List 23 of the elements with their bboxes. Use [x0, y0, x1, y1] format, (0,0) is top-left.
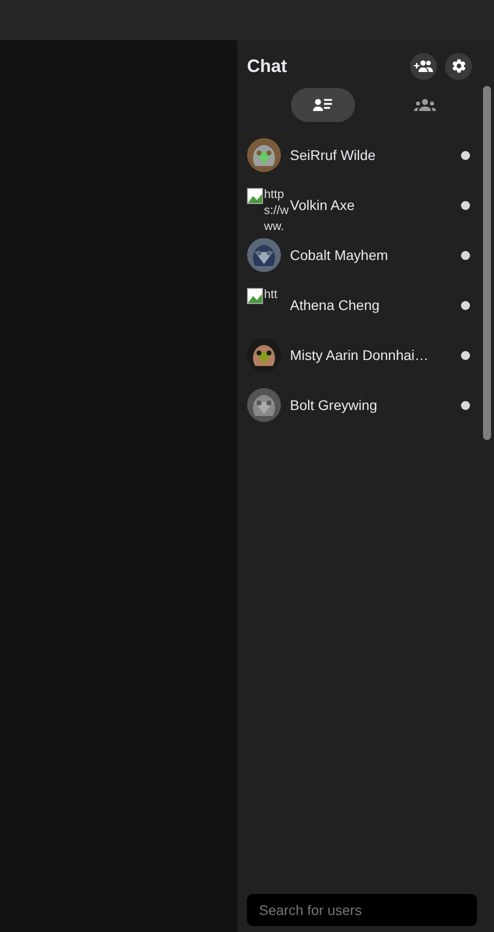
tab[interactable] — [291, 88, 355, 122]
settings-button[interactable] — [445, 52, 472, 80]
user-name: SeiRruf Wilde — [290, 146, 377, 164]
scrollbar-thumb[interactable] — [483, 86, 491, 440]
search-field[interactable]: Search for users — [247, 894, 477, 926]
alt-text: htt — [264, 286, 278, 303]
add-friend-button[interactable] — [410, 52, 437, 80]
user-name: Bolt Greywing — [290, 396, 378, 415]
broken-image-icon — [247, 188, 263, 204]
group-icon — [414, 98, 436, 112]
chat-title: Chat — [247, 54, 287, 78]
user-name: Cobalt Mayhem — [290, 246, 390, 265]
user-name: Misty Aarin Donnhai… — [290, 346, 430, 365]
user-list-item[interactable]: Bolt Greywing — [247, 380, 480, 430]
user-name: Athena Cheng — [290, 296, 381, 315]
contact-list-icon — [313, 98, 333, 112]
settings-icon — [450, 58, 466, 74]
user-list-item[interactable]: htt Athena Cheng — [247, 280, 480, 330]
user-name: Volkin Axe — [290, 196, 356, 214]
user-list-item[interactable]: Misty Aarin Donnhai… — [247, 330, 480, 380]
add-people-icon — [414, 59, 434, 73]
broken-image-icon — [247, 288, 263, 304]
user-list-item[interactable]: SeiRruf Wilde — [247, 130, 480, 180]
